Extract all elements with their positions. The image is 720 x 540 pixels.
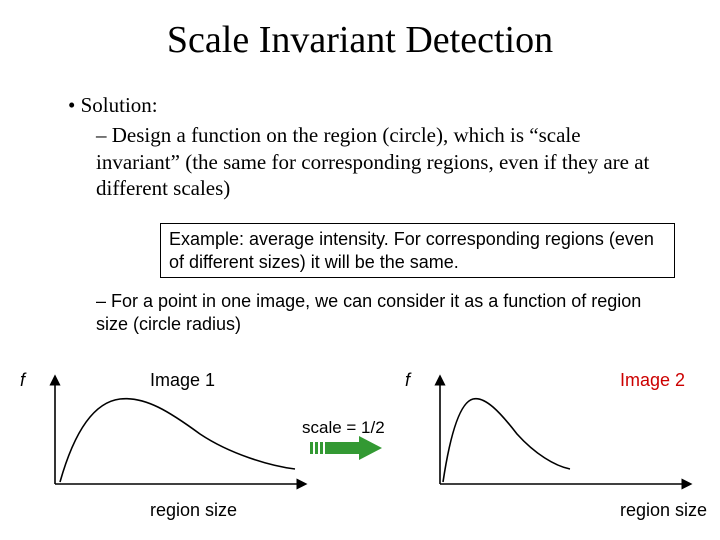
slide-title: Scale Invariant Detection bbox=[0, 18, 720, 62]
chart1-y-label: f bbox=[20, 370, 25, 391]
bullet-text: Solution: bbox=[81, 93, 158, 117]
example-box: Example: average intensity. For correspo… bbox=[160, 223, 675, 278]
chart2-x-label: region size bbox=[620, 500, 707, 521]
scale-arrow bbox=[310, 436, 390, 460]
dash2-text: For a point in one image, we can conside… bbox=[96, 291, 641, 334]
dash-text: Design a function on the region (circle)… bbox=[96, 123, 649, 200]
bullet-list: Solution: Design a function on the regio… bbox=[68, 92, 668, 203]
dash-point-function: – For a point in one image, we can consi… bbox=[96, 290, 666, 335]
chart2-y-label: f bbox=[405, 370, 410, 391]
dash-design-function: Design a function on the region (circle)… bbox=[96, 122, 668, 201]
chart2-plot bbox=[425, 374, 695, 494]
chart1-x-label: region size bbox=[150, 500, 237, 521]
example-text: Example: average intensity. For correspo… bbox=[169, 229, 654, 272]
scale-label: scale = 1/2 bbox=[302, 418, 385, 438]
bullet-solution: Solution: bbox=[68, 92, 668, 118]
chart1-plot bbox=[40, 374, 310, 494]
